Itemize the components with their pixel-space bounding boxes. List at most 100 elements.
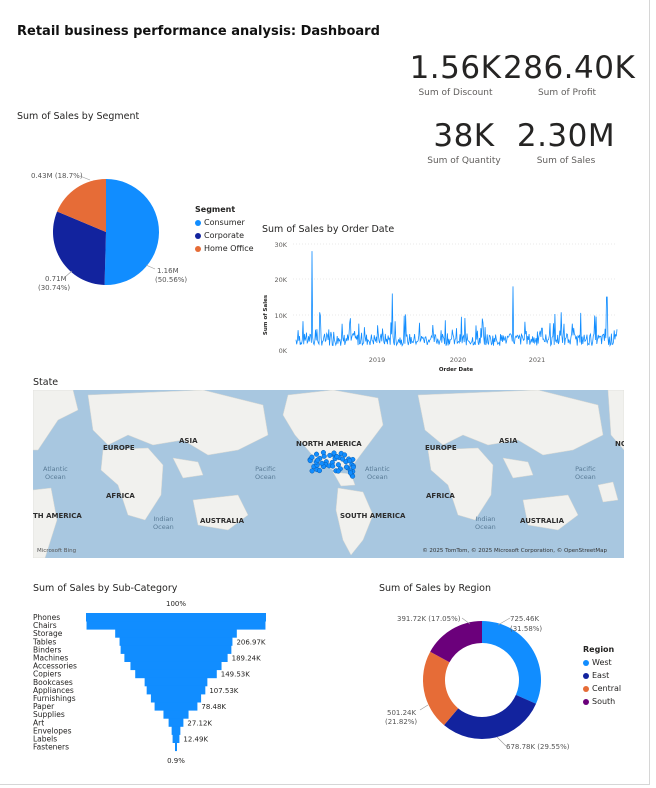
x-axis-title: Order Date: [439, 367, 474, 373]
funnel-bar[interactable]: [171, 726, 181, 735]
region-label-west-value: 725.46K: [510, 615, 539, 623]
state-bubble[interactable]: [335, 468, 341, 474]
state-bubble[interactable]: [335, 462, 341, 468]
state-bubble[interactable]: [313, 451, 320, 457]
state-bubble[interactable]: [309, 454, 315, 460]
state-bubble[interactable]: [327, 452, 333, 458]
region-donut-chart[interactable]: 725.46K (31.58%) 678.78K (29.55%) 501.24…: [370, 605, 570, 765]
legend-item-east[interactable]: East: [583, 671, 621, 680]
state-bubble[interactable]: [347, 458, 353, 464]
continent-label: TH AMERICA: [33, 512, 82, 520]
continent-label: SOUTH AMERICA: [340, 512, 406, 520]
kpi-value: 1.56K: [409, 50, 502, 86]
leader-line: [497, 617, 511, 626]
funnel-bar[interactable]: [154, 702, 198, 711]
funnel-bar[interactable]: [168, 718, 184, 727]
state-bubble[interactable]: [316, 468, 323, 474]
legend-label: East: [592, 671, 610, 680]
kpi-value: 286.40K: [503, 50, 636, 86]
state-bubble[interactable]: [350, 464, 356, 470]
gridlines: [293, 243, 617, 316]
funnel-bar[interactable]: [135, 669, 217, 679]
ocean-label: Atlantic Ocean: [43, 465, 68, 481]
region-label-south: 391.72K (17.05%): [397, 615, 461, 623]
kpi-quantity[interactable]: 38K Sum of Quantity: [414, 118, 514, 166]
funnel-value-label: 12.49K: [183, 736, 208, 744]
state-bubble[interactable]: [340, 456, 346, 462]
funnel-value-label: 189.24K: [232, 655, 261, 663]
funnel-bar[interactable]: [120, 645, 232, 654]
legend-item-consumer[interactable]: Consumer: [195, 218, 254, 227]
continent-label: NO: [615, 440, 624, 448]
continent-label: NORTH AMERICA: [296, 440, 362, 448]
y-tick-label: 10K: [274, 312, 287, 320]
slice-central[interactable]: [423, 651, 459, 726]
region-legend: Region West East Central South: [583, 645, 621, 710]
subcat-funnel-chart[interactable]: 100% PhonesChairsStorageTablesBindersMac…: [0, 595, 300, 770]
y-axis: 30K 20K 10K 0K: [274, 241, 287, 355]
state-bubble[interactable]: [319, 460, 325, 466]
state-bubble[interactable]: [330, 463, 336, 469]
y-tick-label: 20K: [274, 276, 287, 284]
state-map[interactable]: EUROPE ASIA NORTH AMERICA EUROPE ASIA AF…: [33, 390, 624, 558]
map-credit[interactable]: © 2025 TomTom, © 2025 Microsoft Corporat…: [422, 548, 607, 554]
legend-item-west[interactable]: West: [583, 658, 621, 667]
funnel-bar[interactable]: [86, 613, 266, 622]
state-bubble[interactable]: [315, 457, 321, 463]
state-bubble[interactable]: [320, 449, 326, 456]
kpi-sales[interactable]: 2.30M Sum of Sales: [516, 118, 616, 166]
legend-item-corporate[interactable]: Corporate: [195, 231, 254, 240]
funnel-bar[interactable]: [86, 621, 266, 630]
legend-dot: [583, 685, 589, 692]
ocean-label: Pacific Ocean: [575, 465, 596, 481]
funnel-bar[interactable]: [175, 742, 177, 752]
legend-item-south[interactable]: South: [583, 697, 621, 706]
subcat-chart-title: Sum of Sales by Sub-Category: [33, 583, 178, 594]
funnel-bar[interactable]: [119, 637, 233, 646]
legend-dot: [583, 698, 589, 705]
segment-legend-title: Segment: [195, 205, 236, 214]
funnel-top-label: 100%: [166, 600, 186, 608]
legend-item-home-office[interactable]: Home Office: [195, 244, 254, 253]
kpi-profit[interactable]: 286.40K Sum of Profit: [503, 50, 636, 98]
slice-east[interactable]: [444, 694, 537, 739]
funnel-category-label: Fasteners: [33, 743, 69, 752]
ocean-label: Indian Ocean: [153, 515, 174, 531]
continent-label: AFRICA: [106, 492, 135, 500]
leader-line: [419, 704, 429, 711]
leader-line: [64, 270, 73, 278]
ocean-label: Pacific Ocean: [255, 465, 276, 481]
slice-west[interactable]: [482, 621, 541, 704]
segment-label-consumer-value: 1.16M: [157, 267, 179, 275]
y-axis-title: Sum of Sales: [263, 294, 269, 335]
bing-logo: Microsoft Bing: [37, 548, 77, 554]
region-label-east: 678.78K (29.55%): [506, 743, 570, 751]
date-line-chart[interactable]: 30K 20K 10K 0K Sum of Sales 2019 2020 20…: [255, 235, 625, 375]
state-bubble[interactable]: [334, 454, 340, 460]
continent-label: AFRICA: [426, 492, 455, 500]
funnel-bar[interactable]: [172, 734, 180, 744]
state-bubble[interactable]: [343, 464, 350, 470]
segment-label-corporate-pct: (30.74%): [38, 284, 70, 292]
funnel-bar[interactable]: [146, 685, 206, 695]
funnel-bar[interactable]: [130, 661, 222, 671]
state-bubble[interactable]: [309, 468, 315, 474]
region-label-central-value: 501.24K: [387, 709, 416, 717]
kpi-discount[interactable]: 1.56K Sum of Discount: [408, 50, 503, 98]
continent-label: EUROPE: [425, 444, 457, 452]
map-title: State: [33, 377, 59, 388]
legend-label: Central: [592, 684, 622, 693]
state-bubble[interactable]: [347, 470, 354, 476]
continent-label: AUSTRALIA: [200, 517, 244, 525]
slice-consumer[interactable]: [104, 179, 159, 285]
region-label-west-pct: (31.58%): [510, 625, 542, 633]
legend-item-central[interactable]: Central: [583, 684, 621, 693]
funnel-bar[interactable]: [144, 677, 208, 687]
state-bubble[interactable]: [342, 452, 348, 458]
funnel-bar[interactable]: [150, 694, 202, 703]
leader-line: [496, 736, 507, 747]
funnel-bar[interactable]: [163, 710, 189, 719]
funnel-bar[interactable]: [124, 653, 228, 663]
funnel-bar[interactable]: [115, 629, 237, 638]
sales-line-series[interactable]: [295, 251, 618, 348]
